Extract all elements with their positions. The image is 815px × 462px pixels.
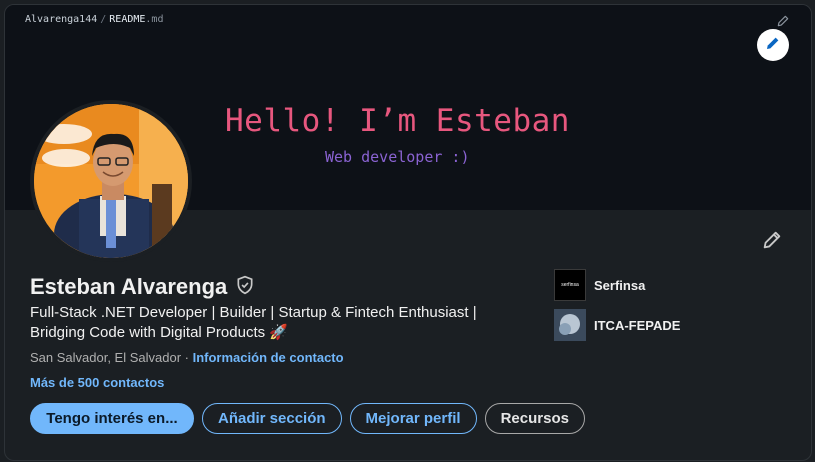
org-item-itca[interactable]: ITCA-FEPADE	[554, 309, 680, 341]
open-to-button[interactable]: Tengo interés en...	[30, 403, 194, 434]
readme-user: Alvarenga144	[25, 14, 98, 25]
org-item-serfinsa[interactable]: serfinsa Serfinsa	[554, 269, 680, 301]
resources-button[interactable]: Recursos	[484, 403, 585, 434]
location-separator: ·	[181, 350, 193, 365]
edit-banner-button[interactable]	[757, 29, 789, 61]
readme-subtitle: Web developer :)	[325, 148, 470, 166]
org-name: ITCA-FEPADE	[594, 317, 681, 333]
pencil-icon	[765, 35, 781, 56]
readme-breadcrumb: Alvarenga144/README.md	[25, 14, 163, 25]
location-row: San Salvador, El Salvador · Información …	[30, 350, 344, 365]
add-section-button[interactable]: Añadir sección	[202, 403, 342, 434]
readme-file: README	[109, 14, 146, 25]
verified-shield-icon[interactable]	[235, 275, 255, 300]
readme-pencil-icon[interactable]	[776, 14, 790, 28]
profile-actions: Tengo interés en... Añadir sección Mejor…	[30, 403, 585, 434]
breadcrumb-separator: /	[100, 14, 107, 25]
serfinsa-logo: serfinsa	[554, 269, 586, 301]
serfinsa-logo-text: serfinsa	[561, 282, 579, 288]
enhance-profile-button[interactable]: Mejorar perfil	[349, 403, 477, 434]
avatar[interactable]	[30, 100, 192, 262]
readme-ext: .md	[145, 14, 164, 25]
connections-link[interactable]: Más de 500 contactos	[30, 375, 164, 390]
readme-hello: Hello! I’m Esteban	[225, 103, 570, 139]
itca-logo	[554, 309, 586, 341]
profile-card: Alvarenga144/README.md Hello! I’m Esteba…	[4, 4, 812, 461]
edit-profile-pencil-icon[interactable]	[761, 229, 783, 251]
org-name: Serfinsa	[594, 277, 646, 293]
profile-headline: Full-Stack .NET Developer | Builder | St…	[30, 304, 477, 341]
name-row: Esteban Alvarenga	[30, 274, 255, 300]
location-text: San Salvador, El Salvador	[30, 350, 182, 365]
contact-info-link[interactable]: Información de contacto	[193, 350, 344, 365]
profile-name: Esteban Alvarenga	[30, 274, 228, 299]
org-list: serfinsa Serfinsa ITCA-FEPADE	[554, 269, 680, 349]
